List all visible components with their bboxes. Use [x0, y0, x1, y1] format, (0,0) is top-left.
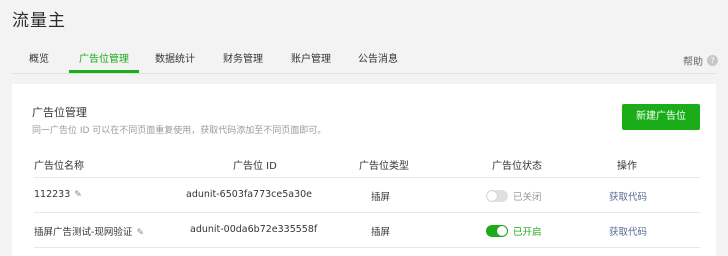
- page: 流量主 概览 广告位管理 数据统计 财务管理 账户管理 公告消息 帮助 ? 广告…: [0, 0, 728, 256]
- table-header: 广告位名称 广告位 ID 广告位类型 广告位状态 操作: [34, 152, 700, 178]
- status-toggle[interactable]: [486, 225, 508, 237]
- header-status: 广告位状态: [492, 161, 542, 172]
- tab-account-management[interactable]: 账户管理: [291, 50, 331, 74]
- edit-pencil-icon[interactable]: ✎: [74, 190, 82, 200]
- ad-slot-name-text: 插屏广告测试-现网验证: [34, 227, 133, 238]
- header-id: 广告位 ID: [233, 161, 277, 172]
- ad-slot-name: 插屏广告测试-现网验证 ✎: [34, 224, 144, 238]
- toggle-knob: [497, 226, 507, 236]
- get-code-link[interactable]: 获取代码: [609, 189, 647, 203]
- table-row: 112233 ✎ adunit-6503fa773ce5a30e 插屏 已关闭 获…: [34, 178, 700, 213]
- get-code-link[interactable]: 获取代码: [609, 224, 647, 238]
- tab-finance-management[interactable]: 财务管理: [223, 50, 263, 74]
- ad-slot-type: 插屏: [371, 192, 391, 203]
- new-ad-slot-button[interactable]: 新建广告位: [622, 104, 700, 130]
- ad-slot-name: 112233 ✎: [34, 189, 82, 200]
- header-action: 操作: [617, 161, 637, 172]
- ad-slot-card: 广告位管理 同一广告位 ID 可以在不同页面重复使用，获取代码添加至不同页面即可…: [12, 84, 716, 256]
- table-row: 插屏广告测试-现网验证 ✎ adunit-00da6b72e335558f 插屏 …: [34, 213, 700, 248]
- help-icon: ?: [707, 55, 718, 66]
- tab-announcements[interactable]: 公告消息: [358, 50, 398, 74]
- ad-slot-type: 插屏: [371, 227, 391, 238]
- ad-slot-table: 广告位名称 广告位 ID 广告位类型 广告位状态 操作 112233 ✎ adun…: [34, 152, 700, 248]
- tab-overview[interactable]: 概览: [29, 50, 49, 74]
- header-type: 广告位类型: [359, 161, 409, 172]
- toggle-knob: [487, 191, 497, 201]
- ad-slot-id: adunit-6503fa773ce5a30e: [186, 189, 313, 200]
- tab-data-statistics[interactable]: 数据统计: [155, 50, 195, 74]
- nav-divider: [12, 73, 716, 74]
- help-label: 帮助: [683, 57, 703, 68]
- card-title: 广告位管理: [32, 106, 87, 119]
- app-title: 流量主: [12, 11, 66, 31]
- ad-slot-name-text: 112233: [34, 189, 71, 200]
- ad-slot-id: adunit-00da6b72e335558f: [190, 224, 318, 235]
- status-text: 已开启: [513, 227, 542, 238]
- header-name: 广告位名称: [34, 161, 84, 172]
- status-toggle[interactable]: [486, 190, 508, 202]
- edit-pencil-icon[interactable]: ✎: [136, 228, 144, 238]
- status-text: 已关闭: [513, 192, 542, 203]
- help-link[interactable]: 帮助 ?: [683, 53, 718, 68]
- card-description: 同一广告位 ID 可以在不同页面重复使用，获取代码添加至不同页面即可。: [32, 126, 327, 136]
